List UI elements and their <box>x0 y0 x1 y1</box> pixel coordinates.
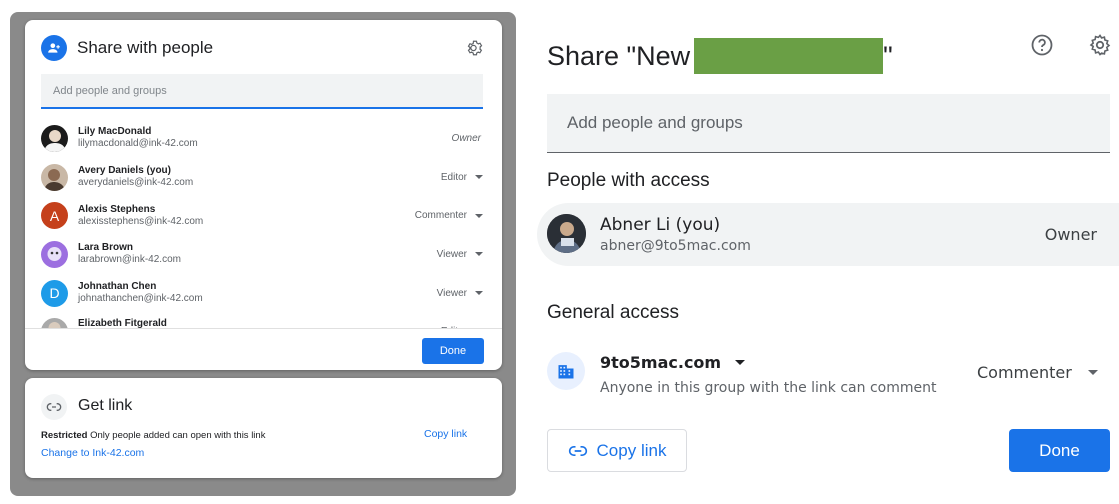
title-prefix: Share "New <box>547 40 691 71</box>
caret-down-icon <box>475 291 483 296</box>
copy-link-label: Copy link <box>596 440 667 460</box>
avatar: A <box>41 202 68 230</box>
role-dropdown[interactable]: Editor <box>441 172 483 183</box>
list-item: A Alexis Stephens alexisstephens@ink-42.… <box>41 196 483 235</box>
restricted-label: Restricted <box>41 430 88 441</box>
redacted-filename <box>694 38 884 74</box>
person-name: Johnathan Chen <box>78 281 157 293</box>
avatar <box>41 163 68 191</box>
restricted-description: Only people added can open with this lin… <box>90 430 266 441</box>
person-email: larabrown@ink-42.com <box>78 254 181 266</box>
caret-down-icon <box>475 175 483 180</box>
get-link-card: Get link Restricted Only people added ca… <box>25 378 502 478</box>
caret-down-icon <box>475 252 483 257</box>
list-item: D Johnathan Chen johnathanchen@ink-42.co… <box>41 274 483 313</box>
role-label: Viewer <box>436 248 467 260</box>
person-email: averydaniels@ink-42.com <box>78 177 194 189</box>
share-dialog-title: Share with people <box>77 38 214 57</box>
avatar-initial: D <box>49 285 60 302</box>
general-access-heading: General access <box>547 302 680 323</box>
dialog-title: Share "New " <box>547 38 893 74</box>
owner-name: Abner Li (you) <box>600 215 721 235</box>
person-name: Lara Brown <box>78 242 134 254</box>
avatar <box>41 124 68 152</box>
access-description: Anyone in this group with the link can c… <box>600 380 937 396</box>
person-name: Lily MacDonald <box>78 126 152 138</box>
person-email: lilymacdonald@ink-42.com <box>78 138 198 150</box>
access-role-label: Commenter <box>977 363 1072 382</box>
share-with-people-dialog: Share with people Lily MacDonald lilymac… <box>25 20 502 370</box>
role-dropdown[interactable]: Viewer <box>437 249 483 260</box>
owner-row: Abner Li (you) abner@9to5mac.com Owner <box>537 203 1119 266</box>
caret-down-icon <box>735 360 746 365</box>
owner-email: abner@9to5mac.com <box>600 238 751 254</box>
add-people-input[interactable] <box>41 74 483 109</box>
person-email: alexisstephens@ink-42.com <box>78 215 204 227</box>
settings-gear-icon[interactable] <box>466 39 484 57</box>
avatar <box>41 240 68 268</box>
caret-down-icon <box>1087 370 1098 375</box>
add-person-icon <box>41 35 67 61</box>
avatar: D <box>41 279 68 307</box>
share-dialog-header: Share with people <box>41 35 213 61</box>
done-button[interactable]: Done <box>422 338 484 364</box>
person-name: Alexis Stephens <box>78 203 156 215</box>
copy-link-button[interactable]: Copy link <box>424 428 467 440</box>
copy-link-button[interactable]: Copy link <box>547 429 687 472</box>
settings-gear-icon[interactable] <box>1088 33 1112 57</box>
role-dropdown[interactable]: Commenter <box>415 210 483 221</box>
avatar <box>547 214 586 253</box>
people-with-access-heading: People with access <box>547 170 710 191</box>
add-people-input[interactable] <box>547 94 1110 153</box>
person-role: Owner <box>451 132 481 144</box>
avatar-initial: A <box>49 207 60 224</box>
person-name: Avery Daniels (you) <box>78 165 171 177</box>
people-list: Lily MacDonald lilymacdonald@ink-42.com … <box>41 119 483 329</box>
caret-down-icon <box>475 213 483 218</box>
divider <box>25 328 502 329</box>
get-link-title: Get link <box>78 397 133 414</box>
role-label: Viewer <box>436 287 467 299</box>
restricted-info: Restricted Only people added can open wi… <box>41 430 265 441</box>
change-link[interactable]: Change to Ink-42.com <box>41 447 144 459</box>
role-dropdown[interactable]: Viewer <box>437 288 483 299</box>
access-scope-dropdown[interactable]: 9to5mac.com <box>600 353 746 372</box>
access-role-dropdown[interactable]: Commenter <box>977 363 1098 382</box>
link-icon <box>568 445 587 456</box>
owner-role: Owner <box>1044 225 1097 244</box>
person-email: johnathanchen@ink-42.com <box>78 293 203 305</box>
role-label: Editor <box>440 171 467 183</box>
link-icon <box>41 394 67 420</box>
list-item: Avery Daniels (you) averydaniels@ink-42.… <box>41 158 483 197</box>
access-domain: 9to5mac.com <box>600 353 722 372</box>
list-item: Lara Brown larabrown@ink-42.com Viewer <box>41 235 483 274</box>
list-item: Lily MacDonald lilymacdonald@ink-42.com … <box>41 119 483 158</box>
help-icon[interactable] <box>1030 33 1054 57</box>
role-label: Commenter <box>414 210 467 222</box>
building-icon <box>547 352 585 390</box>
list-item: Elizabeth Fitgerald Editor <box>41 312 483 329</box>
done-button[interactable]: Done <box>1009 429 1110 472</box>
title-suffix: " <box>883 40 893 71</box>
